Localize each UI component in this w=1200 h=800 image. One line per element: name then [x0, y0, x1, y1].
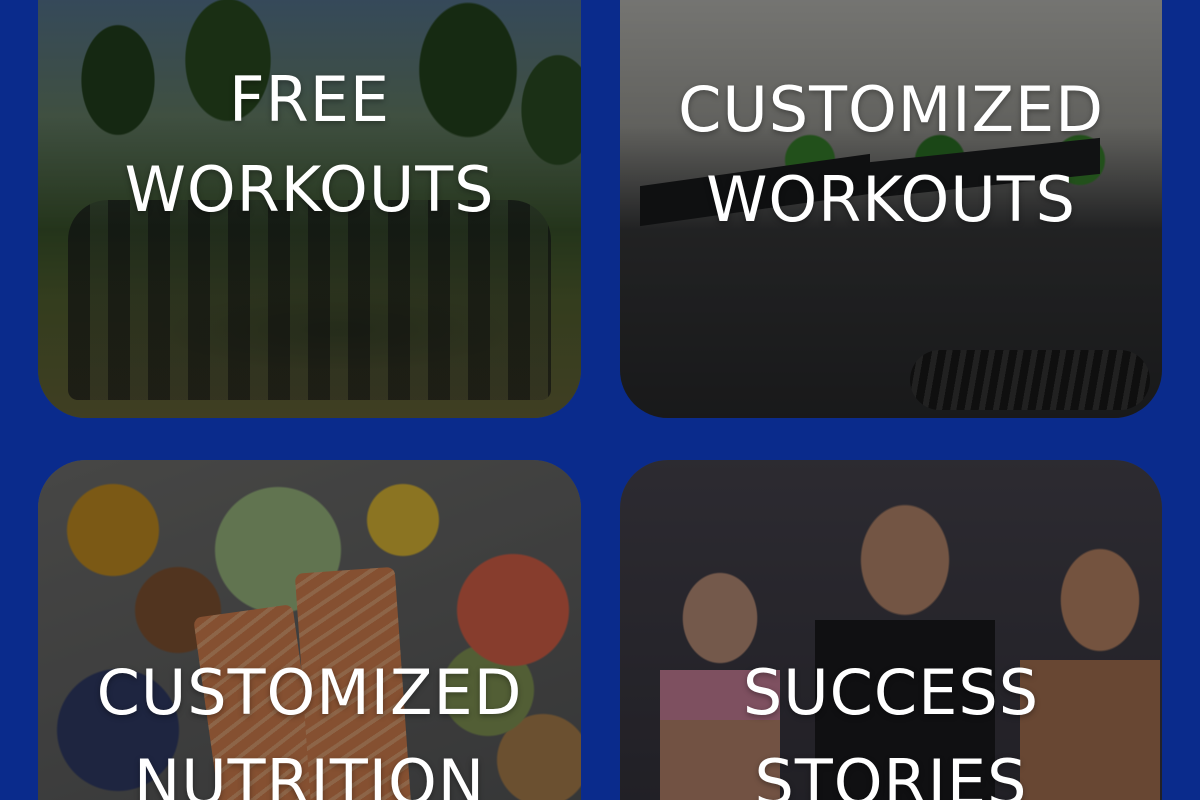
success-stories-title: SUCCESS STORIES: [742, 656, 1040, 800]
customized-workouts-card[interactable]: CUSTOMIZED WORKOUTS: [620, 0, 1162, 418]
customized-nutrition-title: CUSTOMIZED NUTRITION: [96, 656, 523, 800]
free-workouts-card[interactable]: FREE WORKOUTS: [38, 0, 581, 418]
free-workouts-title: FREE WORKOUTS: [124, 63, 495, 226]
services-grid: FREE WORKOUTS CUSTOMIZED WORKOUTS CUSTOM…: [0, 0, 1200, 800]
customized-nutrition-card[interactable]: CUSTOMIZED NUTRITION: [38, 460, 581, 800]
customized-workouts-title: CUSTOMIZED WORKOUTS: [678, 73, 1104, 236]
success-stories-card[interactable]: SUCCESS STORIES: [620, 460, 1162, 800]
